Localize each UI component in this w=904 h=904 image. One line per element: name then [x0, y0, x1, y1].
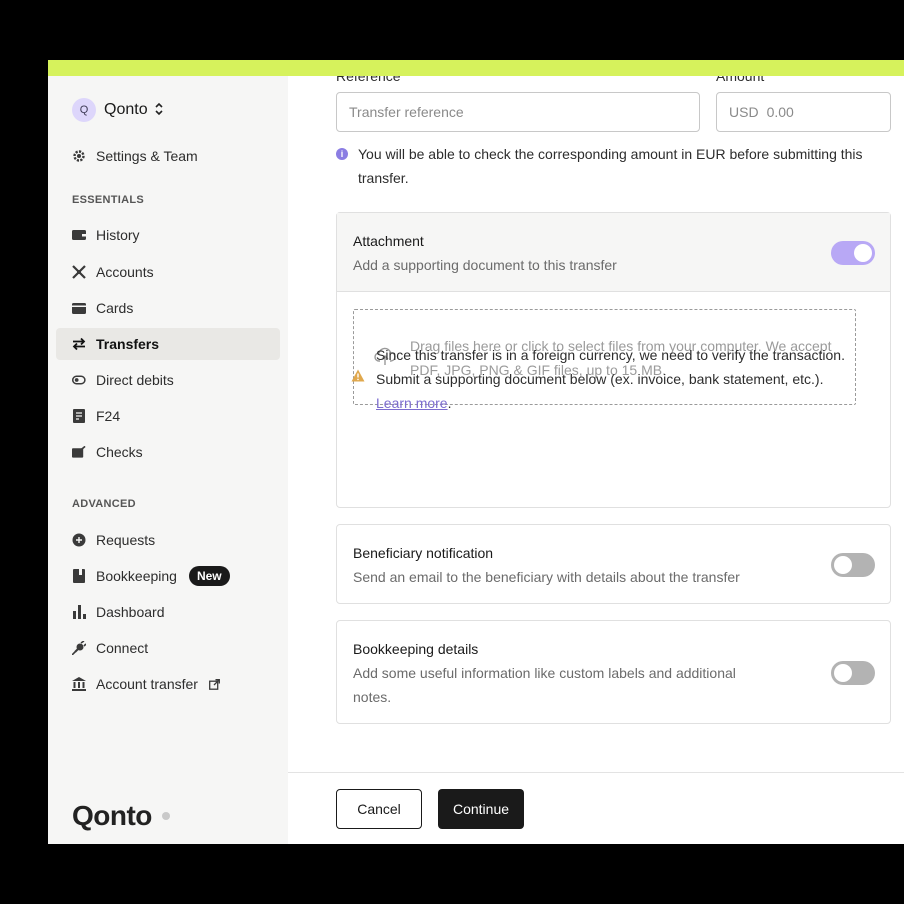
toggle-knob [854, 244, 872, 262]
sidebar-item-label: Dashboard [96, 604, 165, 620]
bookkeeping-details-card: Bookkeeping details Add some useful info… [336, 620, 891, 724]
external-link-icon [208, 677, 222, 691]
reference-input[interactable]: Transfer reference [336, 92, 700, 132]
bookkeeping-title: Bookkeeping details [353, 641, 479, 657]
app-window: Q Qonto Settings & Team ESSENTIALS Histo… [48, 60, 904, 844]
org-switcher[interactable]: Q Qonto [72, 98, 164, 122]
brand-dot [161, 812, 170, 820]
sidebar-item-transfers[interactable]: Transfers [56, 328, 280, 360]
sidebar: Q Qonto Settings & Team ESSENTIALS Histo… [48, 76, 288, 844]
card-icon [72, 301, 86, 315]
toggle-knob [834, 556, 852, 574]
beneficiary-subtitle: Send an email to the beneficiary with de… [353, 569, 740, 585]
chevron-up-down-icon [154, 102, 164, 119]
warning-icon [351, 369, 365, 383]
form-footer: Cancel Continue [288, 772, 904, 844]
reference-placeholder: Transfer reference [349, 104, 464, 120]
sidebar-item-bookkeeping[interactable]: Bookkeeping New [56, 560, 280, 592]
toggle-knob [834, 664, 852, 682]
org-avatar: Q [72, 98, 96, 122]
attachment-toggle[interactable] [831, 241, 875, 265]
sidebar-item-label: Bookkeeping [96, 568, 177, 584]
beneficiary-toggle[interactable] [831, 553, 875, 577]
gear-icon [72, 149, 86, 163]
brand-logo: Qonto [72, 800, 170, 832]
sidebar-item-connect[interactable]: Connect [56, 632, 280, 664]
sidebar-item-checks[interactable]: Checks [56, 436, 280, 468]
learn-more-link[interactable]: Learn more [376, 395, 448, 411]
sidebar-item-label: F24 [96, 408, 121, 424]
check-icon [72, 445, 86, 459]
sidebar-item-label: Settings & Team [96, 148, 198, 164]
warning-text: Since this transfer is in a foreign curr… [376, 347, 845, 387]
sidebar-item-label: Transfers [96, 336, 160, 352]
beneficiary-notification-card: Beneficiary notification Send an email t… [336, 524, 891, 604]
beneficiary-title: Beneficiary notification [353, 545, 494, 561]
bookkeeping-subtitle: Add some useful information like custom … [353, 665, 736, 705]
sidebar-item-label: Accounts [96, 264, 154, 280]
sidebar-item-label: Checks [96, 444, 143, 460]
reference-label: Reference [336, 76, 401, 84]
bank-icon [72, 677, 86, 691]
transfer-arrows-icon [72, 337, 86, 351]
sidebar-item-label: Requests [96, 532, 156, 548]
accent-bar [48, 60, 904, 76]
direct-debit-icon [72, 373, 86, 387]
org-name: Qonto [104, 101, 148, 118]
plug-icon [72, 641, 86, 655]
currency-info: i You will be able to check the correspo… [336, 142, 896, 190]
sidebar-item-label: Cards [96, 300, 134, 316]
sidebar-item-label: History [96, 227, 140, 243]
sidebar-item-direct-debits[interactable]: Direct debits [56, 364, 280, 396]
wallet-icon [72, 228, 86, 242]
sidebar-item-settings[interactable]: Settings & Team [56, 140, 280, 172]
sidebar-item-account-transfer[interactable]: Account transfer [56, 668, 280, 700]
accounts-icon [72, 265, 86, 279]
warning-period: . [447, 395, 452, 411]
attachment-subtitle: Add a supporting document to this transf… [353, 257, 617, 273]
attachment-card: Attachment Add a supporting document to … [336, 212, 891, 508]
sidebar-item-accounts[interactable]: Accounts [56, 256, 280, 288]
bookkeeping-icon [72, 569, 86, 583]
bar-chart-icon [72, 605, 86, 619]
bookkeeping-toggle[interactable] [831, 661, 875, 685]
continue-button[interactable]: Continue [438, 789, 524, 829]
brand-wordmark: Qonto [72, 800, 152, 831]
transfer-form: Reference Transfer reference Amount USD … [288, 76, 904, 772]
amount-placeholder: 0.00 [766, 104, 794, 120]
currency-info-text: You will be able to check the correspond… [358, 146, 863, 186]
sidebar-item-cards[interactable]: Cards [56, 292, 280, 324]
foreign-currency-warning: Since this transfer is in a foreign curr… [376, 343, 876, 415]
section-label-advanced: ADVANCED [72, 498, 136, 510]
info-icon: i [336, 148, 348, 160]
sidebar-item-dashboard[interactable]: Dashboard [56, 596, 280, 628]
cancel-button[interactable]: Cancel [336, 789, 422, 829]
sidebar-item-f24[interactable]: F24 [56, 400, 280, 432]
sidebar-item-history[interactable]: History [56, 219, 280, 251]
amount-input[interactable]: USD 0.00 [716, 92, 891, 132]
sidebar-item-label: Account transfer [96, 676, 198, 692]
amount-label: Amount [716, 76, 765, 84]
attachment-title: Attachment [353, 233, 424, 249]
sidebar-item-label: Direct debits [96, 372, 174, 388]
section-label-essentials: ESSENTIALS [72, 194, 145, 206]
sidebar-item-requests[interactable]: Requests [56, 524, 280, 556]
sidebar-item-label: Connect [96, 640, 149, 656]
new-badge: New [188, 566, 230, 586]
requests-icon [72, 533, 86, 547]
f24-icon [72, 409, 86, 423]
currency-code: USD [729, 104, 759, 120]
